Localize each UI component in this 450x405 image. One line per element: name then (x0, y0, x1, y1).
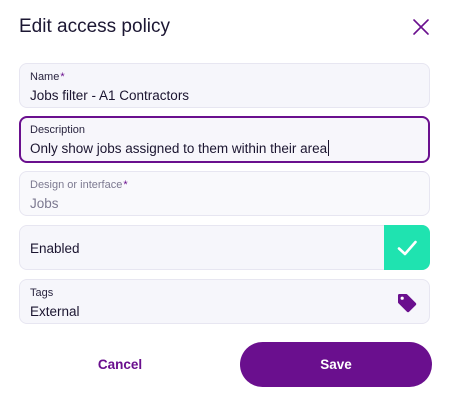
name-label: Name* (30, 71, 65, 83)
dialog-title: Edit access policy (19, 16, 171, 37)
description-value-wrap: Only show jobs assigned to them within t… (30, 140, 330, 158)
enabled-label: Enabled (30, 241, 80, 256)
check-icon (397, 240, 417, 255)
name-value: Jobs filter - A1 Contractors (30, 88, 190, 103)
required-marker: * (123, 179, 128, 191)
required-marker: * (60, 71, 65, 83)
close-button[interactable] (410, 16, 432, 38)
dialog-actions: Cancel Save (0, 342, 450, 387)
tags-field[interactable]: Tags External (19, 279, 430, 324)
description-field[interactable]: Description Only show jobs assigned to t… (19, 116, 430, 163)
dialog-header: Edit access policy (19, 14, 434, 42)
design-or-interface-field: Design or interface* Jobs (19, 171, 430, 216)
tags-value: External (30, 304, 80, 319)
tag-icon[interactable] (396, 292, 418, 314)
edit-access-policy-dialog: Edit access policy Name* Jobs filter - A… (0, 0, 450, 405)
save-button[interactable]: Save (240, 342, 432, 387)
name-field[interactable]: Name* Jobs filter - A1 Contractors (19, 63, 430, 108)
cancel-button[interactable]: Cancel (70, 354, 170, 374)
description-label: Description (30, 124, 86, 136)
text-caret (328, 140, 330, 156)
enabled-field: Enabled (19, 225, 430, 270)
enabled-toggle[interactable] (384, 225, 430, 270)
design-label: Design or interface* (30, 179, 128, 191)
description-value: Only show jobs assigned to them within t… (30, 141, 328, 156)
design-value: Jobs (30, 196, 59, 211)
close-icon (413, 19, 429, 35)
tags-label: Tags (30, 287, 54, 299)
